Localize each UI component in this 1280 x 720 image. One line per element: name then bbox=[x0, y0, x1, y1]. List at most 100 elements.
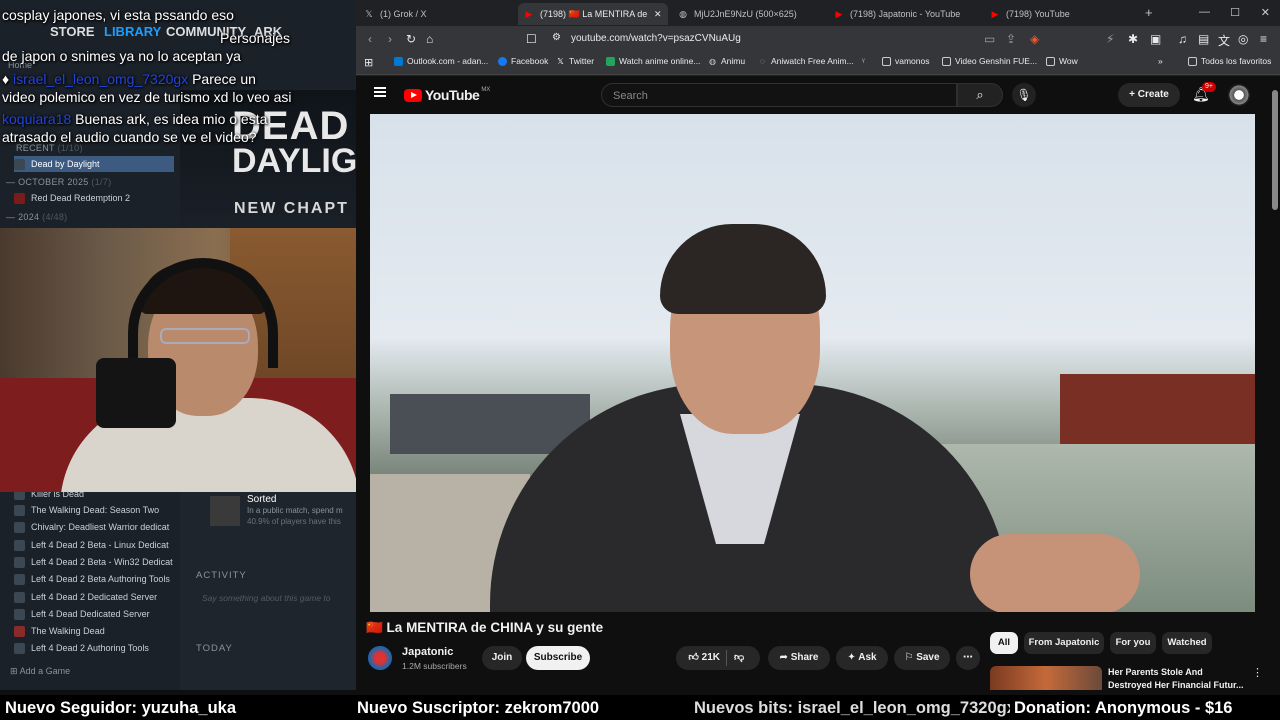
maximize-icon[interactable]: ☐ bbox=[1230, 6, 1240, 19]
more-bookmarks-icon[interactable]: » bbox=[1158, 56, 1163, 66]
tab-strip: 𝕏 (1) Grok / X ▶ (7198) 🇨🇳 La MENTIRA de C… bbox=[356, 0, 1280, 26]
save-label: Save bbox=[916, 652, 940, 663]
url-field[interactable]: youtube.com/watch?v=psazCVNuAUg bbox=[571, 29, 1051, 49]
like-button[interactable]: 👍︎ 21K bbox=[682, 646, 720, 670]
steam-nav-library[interactable]: LIBRARY bbox=[104, 24, 161, 39]
recommended-video[interactable]: Her Parents Stole And Destroyed Her Fina… bbox=[990, 666, 1280, 690]
chip-watched[interactable]: Watched bbox=[1162, 632, 1212, 654]
save-button[interactable]: ⚐ Save bbox=[894, 646, 950, 670]
bookmark-icon[interactable]: ☐ bbox=[526, 32, 537, 46]
search-button[interactable]: ⌕ bbox=[957, 83, 1003, 107]
plus-icon: ⊞ bbox=[10, 666, 18, 676]
tab-grok[interactable]: 𝕏 (1) Grok / X bbox=[364, 3, 514, 25]
bookmark-folder-vamonos[interactable]: vamonos bbox=[882, 56, 930, 66]
bookmark-aniwatch[interactable]: ◌ Aniwatch Free Anim... bbox=[758, 56, 854, 66]
back-icon[interactable]: ‹ bbox=[368, 32, 372, 46]
tab-youtube-video[interactable]: ▶ (7198) 🇨🇳 La MENTIRA de CHI ✕ bbox=[518, 3, 668, 25]
close-icon[interactable]: ✕ bbox=[654, 9, 662, 20]
library-item[interactable]: Left 4 Dead 2 Authoring Tools bbox=[14, 640, 174, 656]
library-item-dead-by-daylight[interactable]: Dead by Daylight bbox=[14, 156, 174, 172]
add-game-button[interactable]: ⊞ Add a Game bbox=[10, 666, 70, 677]
bookmark-folder-wow[interactable]: Wow bbox=[1046, 56, 1078, 66]
region-code: MX bbox=[481, 87, 491, 93]
achievement-title: Sorted bbox=[247, 494, 277, 505]
chip-from-channel[interactable]: From Japatonic bbox=[1024, 632, 1104, 654]
bookmark-outlook[interactable]: Outlook.com - adan... bbox=[394, 56, 488, 66]
search-icon: ⌕ bbox=[976, 87, 984, 102]
all-bookmarks-folder[interactable]: Todos los favoritos bbox=[1188, 56, 1271, 66]
wallet-icon[interactable]: ▣ bbox=[1150, 32, 1161, 46]
anime-site-icon bbox=[606, 56, 615, 66]
library-item[interactable]: Left 4 Dead 2 Beta - Win32 Dedicat bbox=[14, 554, 174, 570]
avatar[interactable] bbox=[1228, 84, 1250, 106]
close-window-icon[interactable]: ✕ bbox=[1261, 6, 1270, 19]
translate-icon[interactable]: 文 bbox=[1218, 32, 1230, 49]
recommended-title: Her Parents Stole And bbox=[1108, 667, 1203, 677]
bookmark-facebook[interactable]: Facebook bbox=[498, 56, 548, 66]
apps-icon[interactable]: ⊞ bbox=[364, 56, 373, 69]
youtube-icon: ▶ bbox=[525, 9, 533, 19]
channel-name[interactable]: Japatonic bbox=[402, 646, 453, 658]
home-icon[interactable]: ⌂ bbox=[426, 32, 433, 46]
stream-alert-bar: Nuevo Seguidor: yuzuha_uka Nuevo Suscrip… bbox=[0, 695, 1280, 720]
page-scrollbar[interactable] bbox=[1272, 90, 1278, 210]
music-icon[interactable]: ♫ bbox=[1178, 32, 1187, 46]
hamburger-menu-icon[interactable] bbox=[374, 87, 386, 97]
library-item[interactable]: Left 4 Dead 2 Beta Authoring Tools bbox=[14, 571, 174, 587]
library-item[interactable]: Left 4 Dead 2 Dedicated Server bbox=[14, 589, 174, 605]
menu-icon[interactable]: ≡ bbox=[1260, 32, 1267, 46]
channel-avatar[interactable] bbox=[368, 646, 392, 670]
tab-label: (7198) YouTube bbox=[1006, 9, 1070, 19]
forward-icon[interactable]: › bbox=[388, 32, 392, 46]
bookmark-twitter[interactable]: 𝕏 Twitter bbox=[556, 56, 594, 66]
tab-image[interactable]: ◍ MjU2JnE9NzU (500×625) bbox=[678, 3, 828, 25]
activity-input[interactable]: Say something about this game to bbox=[202, 593, 331, 603]
chat-username[interactable]: koquiara18 bbox=[2, 111, 71, 127]
extension-icon[interactable]: ⚡ bbox=[1106, 32, 1114, 46]
library-item[interactable]: Left 4 Dead Dedicated Server bbox=[14, 606, 174, 622]
site-info-icon[interactable]: ⚙ bbox=[552, 32, 561, 43]
chip-for-you[interactable]: For you bbox=[1110, 632, 1156, 654]
bookmark-label: Aniwatch Free Anim... bbox=[771, 56, 854, 66]
bookmark-label: Twitter bbox=[569, 56, 595, 66]
share-button[interactable]: ➦ Share bbox=[768, 646, 830, 670]
section-2024[interactable]: — 2024 (4/48) bbox=[6, 212, 67, 222]
voice-search-button[interactable]: 🎙︎ bbox=[1012, 83, 1036, 107]
library-item[interactable]: Left 4 Dead 2 Beta - Linux Dedicat bbox=[14, 537, 174, 553]
sidebar-icon[interactable]: ▤ bbox=[1198, 32, 1209, 46]
subscribe-button[interactable]: Subscribe bbox=[526, 646, 590, 670]
share-icon[interactable]: ⇪ bbox=[1006, 32, 1016, 46]
bookmark-anime[interactable]: Watch anime online... bbox=[606, 56, 700, 66]
minimize-icon[interactable]: — bbox=[1199, 6, 1210, 18]
more-vertical-icon[interactable]: ⋮ bbox=[1252, 666, 1263, 679]
library-item-rdr2[interactable]: Red Dead Redemption 2 bbox=[14, 190, 174, 206]
section-oct-count: (1/7) bbox=[91, 177, 112, 187]
brave-shield-icon[interactable]: ◈ bbox=[1030, 32, 1039, 46]
bookmark-animu[interactable]: ◍ Animu bbox=[708, 56, 745, 66]
video-player[interactable] bbox=[370, 114, 1255, 612]
create-button[interactable]: + Create bbox=[1118, 83, 1180, 107]
search-input[interactable]: Search bbox=[601, 83, 957, 107]
puzzle-icon[interactable]: ✱ bbox=[1128, 32, 1138, 46]
section-october[interactable]: — OCTOBER 2025 (1/7) bbox=[6, 177, 111, 187]
reload-icon[interactable]: ↻ bbox=[406, 32, 416, 46]
library-item[interactable]: The Walking Dead: Season Two bbox=[14, 502, 174, 518]
join-button[interactable]: Join bbox=[482, 646, 522, 670]
address-bar: ‹ › ↻ ⌂ ☐ ⚙ youtube.com/watch?v=psazCVNu… bbox=[356, 26, 1280, 52]
tab-japatonic[interactable]: ▶ (7198) Japatonic - YouTube bbox=[834, 3, 984, 25]
vpn-icon[interactable]: ◎ bbox=[1238, 32, 1248, 46]
library-item-label: Left 4 Dead 2 Dedicated Server bbox=[31, 592, 158, 602]
install-icon[interactable]: ▭ bbox=[984, 32, 995, 46]
steam-nav-store[interactable]: STORE bbox=[50, 24, 95, 39]
dislike-button[interactable]: 👎︎ bbox=[734, 646, 744, 670]
ask-button[interactable]: ✦ Ask bbox=[836, 646, 888, 670]
chat-username[interactable]: israel_el_leon_omg_7320gx bbox=[13, 71, 188, 87]
chip-all[interactable]: All bbox=[990, 632, 1018, 654]
tab-youtube[interactable]: ▶ (7198) YouTube bbox=[990, 3, 1140, 25]
bookmark-folder-genshin[interactable]: Video Genshin FUE... bbox=[942, 56, 1037, 66]
library-item[interactable]: Chivalry: Deadliest Warrior dedicat bbox=[14, 519, 174, 535]
more-actions-button[interactable]: ⋯ bbox=[956, 646, 980, 670]
library-item[interactable]: The Walking Dead bbox=[14, 623, 174, 639]
new-tab-button[interactable]: + bbox=[1145, 5, 1153, 20]
youtube-logo[interactable]: YouTube MX bbox=[404, 87, 490, 103]
